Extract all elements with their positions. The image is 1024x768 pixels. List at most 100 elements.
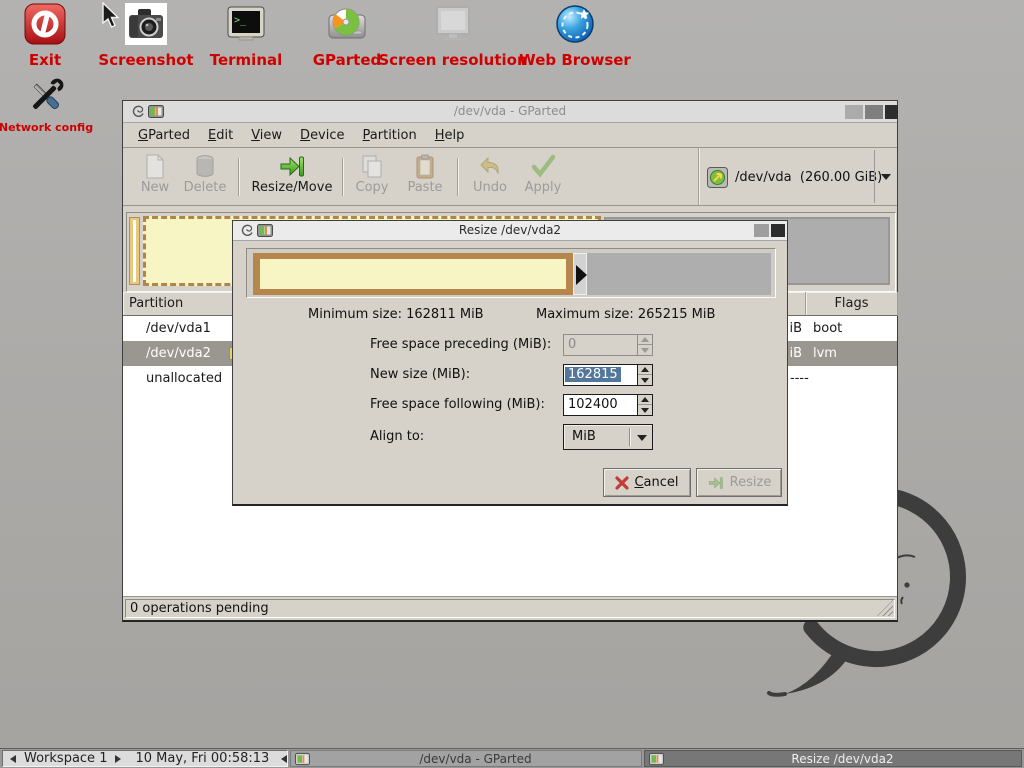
menu-edit[interactable]: Edit bbox=[199, 126, 242, 145]
workspace-prev-icon[interactable] bbox=[10, 755, 16, 763]
undo-icon bbox=[477, 153, 503, 180]
spinner-arrows[interactable] bbox=[637, 395, 652, 415]
chevron-down-icon bbox=[637, 435, 647, 441]
workspace-next-icon[interactable] bbox=[115, 755, 121, 763]
field-label: Align to: bbox=[370, 424, 424, 450]
arrow-right-icon bbox=[576, 265, 587, 285]
terminal-icon: >_ bbox=[225, 3, 267, 45]
desktop-icon-label: Exit bbox=[29, 51, 61, 69]
resize-confirm-button[interactable]: Resize bbox=[696, 468, 782, 497]
desktop-icon-label: Terminal bbox=[210, 51, 283, 69]
spin-down-icon bbox=[641, 378, 649, 383]
apply-button[interactable]: Apply bbox=[519, 153, 567, 201]
partition-name: /dev/vda2 bbox=[146, 341, 211, 366]
menu-device[interactable]: Device bbox=[291, 126, 353, 145]
resize-slider-handle[interactable] bbox=[573, 253, 587, 295]
spinner-arrows[interactable] bbox=[637, 365, 652, 385]
field-row-new-size: New size (MiB): 162815 bbox=[233, 364, 787, 386]
field-row-free-space-following: Free space following (MiB): 102400 bbox=[233, 394, 787, 416]
spin-down-icon bbox=[641, 348, 649, 353]
workspace-switcher: Workspace 1 10 May, Fri 00:58:13 bbox=[2, 750, 288, 767]
main-window-title: /dev/vda - GParted bbox=[123, 104, 897, 118]
power-icon bbox=[24, 3, 66, 45]
resize-move-icon bbox=[279, 153, 306, 180]
menu-view[interactable]: View bbox=[242, 126, 291, 145]
spinner-arrows[interactable] bbox=[637, 335, 652, 355]
align-to-dropdown[interactable]: MiB bbox=[563, 424, 653, 450]
mouse-cursor bbox=[102, 2, 122, 30]
menu-gparted[interactable]: GParted bbox=[129, 126, 199, 145]
minimum-size-label: Minimum size: 162811 MiB bbox=[308, 307, 484, 322]
column-header-flags[interactable]: Flags bbox=[806, 292, 898, 316]
dropdown-value: MiB bbox=[572, 429, 596, 444]
desktop-icon-label: Screen resolution bbox=[378, 51, 527, 69]
undo-button[interactable]: Undo bbox=[466, 153, 514, 201]
new-size-spinbox[interactable]: 162815 bbox=[563, 364, 653, 386]
close-button[interactable] bbox=[885, 105, 898, 119]
spinbox-value-selected: 162815 bbox=[565, 367, 621, 382]
spin-down-icon bbox=[641, 408, 649, 413]
desktop-icon-label: Screenshot bbox=[98, 51, 193, 69]
camera-icon bbox=[125, 3, 167, 45]
task-label: Resize /dev/vda2 bbox=[664, 752, 1021, 766]
device-selector[interactable]: /dev/vda (260.00 GiB) bbox=[698, 148, 897, 205]
spin-up-icon bbox=[641, 397, 649, 402]
paste-button[interactable]: Paste bbox=[401, 153, 449, 201]
desktop-icon-label: Web Browser bbox=[519, 51, 631, 69]
toolbar-separator bbox=[238, 158, 239, 196]
disk-device-icon bbox=[707, 167, 728, 188]
spinbox-value: 0 bbox=[565, 337, 579, 352]
flags-value: lvm bbox=[813, 341, 837, 366]
resize-slider-free-space[interactable] bbox=[587, 253, 771, 295]
resize-slider-partition[interactable] bbox=[253, 253, 573, 295]
toolbar-separator bbox=[342, 158, 343, 196]
dialog-titlebar[interactable]: Resize /dev/vda2 bbox=[233, 221, 787, 241]
delete-button[interactable]: Delete bbox=[179, 153, 231, 201]
desktop: Exit Screenshot >_ Terminal bbox=[0, 0, 1024, 768]
menu-help[interactable]: Help bbox=[426, 126, 474, 145]
spinbox-value: 102400 bbox=[565, 397, 621, 412]
gparted-disk-icon bbox=[326, 3, 368, 45]
monitor-icon bbox=[432, 3, 474, 45]
toolbar-separator bbox=[457, 158, 458, 196]
resize-dialog: Resize /dev/vda2 Minimum size: 162811 Mi… bbox=[232, 220, 788, 506]
operations-pending-text: 0 operations pending bbox=[130, 601, 269, 616]
tasklist-prev-icon[interactable] bbox=[281, 755, 287, 763]
field-label: Free space preceding (MiB): bbox=[370, 334, 551, 356]
cancel-button[interactable]: Cancel bbox=[603, 468, 691, 497]
size-fragment: ---- bbox=[790, 366, 809, 391]
desktop-icon-label: Network config bbox=[0, 121, 93, 134]
flags-value: boot bbox=[813, 316, 842, 341]
spin-up-icon bbox=[641, 337, 649, 342]
main-titlebar[interactable]: /dev/vda - GParted bbox=[123, 101, 897, 123]
field-row-align-to: Align to: MiB bbox=[233, 424, 787, 450]
spin-up-icon bbox=[641, 367, 649, 372]
field-label: Free space following (MiB): bbox=[370, 394, 545, 416]
new-partition-icon bbox=[143, 153, 167, 180]
partition-name: unallocated bbox=[146, 366, 222, 391]
close-button[interactable] bbox=[771, 224, 785, 237]
partition-block-vda1[interactable] bbox=[129, 217, 140, 285]
taskbar-task-gparted[interactable]: /dev/vda - GParted bbox=[290, 750, 642, 767]
workspace-label[interactable]: Workspace 1 bbox=[24, 751, 107, 766]
resize-grip[interactable] bbox=[877, 600, 893, 616]
free-space-following-spinbox[interactable]: 102400 bbox=[563, 394, 653, 416]
task-label: /dev/vda - GParted bbox=[310, 752, 641, 766]
maximize-button[interactable] bbox=[754, 224, 769, 237]
taskbar-task-resize-dialog[interactable]: Resize /dev/vda2 bbox=[644, 750, 1022, 767]
partition-name: /dev/vda1 bbox=[146, 316, 211, 341]
copy-button[interactable]: Copy bbox=[349, 153, 395, 201]
toolbar: New Delete Resize/Move bbox=[123, 148, 897, 206]
new-button[interactable]: New bbox=[132, 153, 178, 201]
globe-icon bbox=[554, 3, 596, 45]
menu-partition[interactable]: Partition bbox=[354, 126, 426, 145]
maximize-button[interactable] bbox=[865, 105, 883, 119]
delete-partition-icon bbox=[194, 153, 216, 180]
svg-text:>_: >_ bbox=[234, 15, 247, 26]
resize-move-button[interactable]: Resize/Move bbox=[244, 153, 340, 201]
copy-icon bbox=[360, 153, 384, 180]
menubar: GParted Edit View Device Partition Help bbox=[123, 123, 897, 148]
minimize-button[interactable] bbox=[845, 105, 863, 119]
free-space-preceding-spinbox[interactable]: 0 bbox=[563, 334, 653, 356]
cancel-x-icon bbox=[615, 476, 629, 490]
